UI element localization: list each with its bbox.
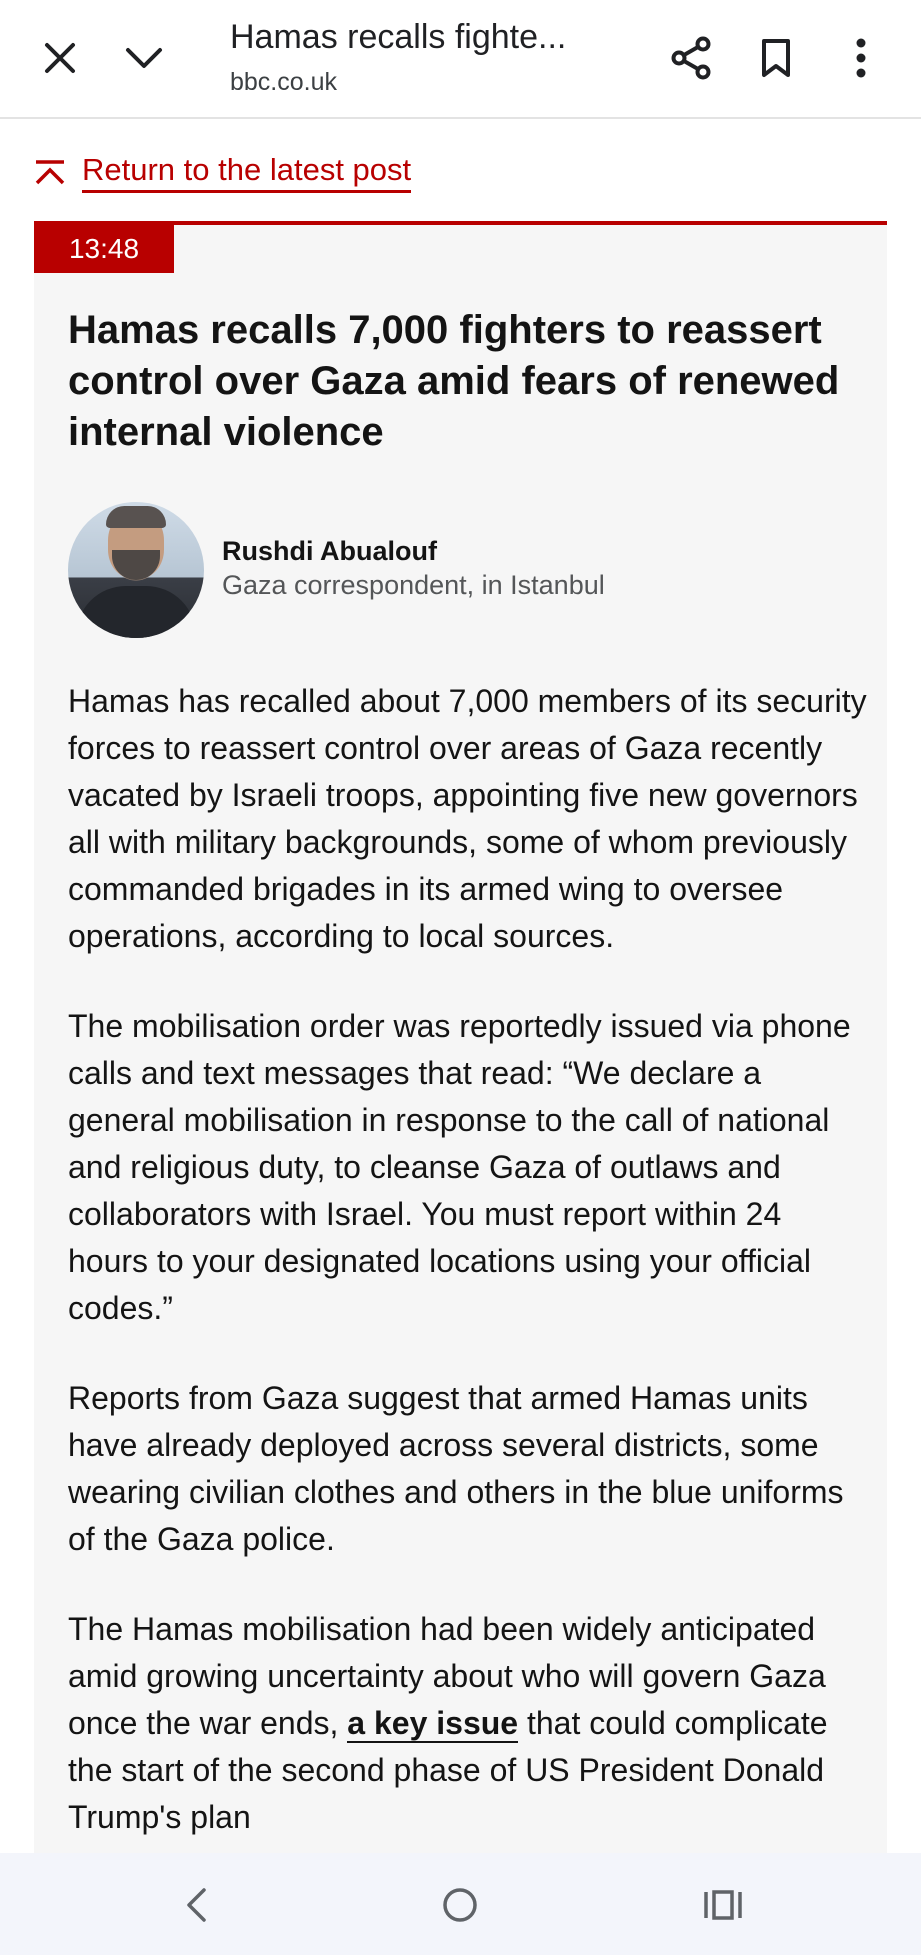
arrow-up-icon bbox=[35, 160, 65, 185]
avatar bbox=[68, 502, 204, 638]
paragraph: Reports from Gaza suggest that armed Ham… bbox=[68, 1380, 844, 1557]
author-byline: Rushdi Abualouf Gaza correspondent, in I… bbox=[68, 502, 858, 642]
share-icon[interactable] bbox=[659, 26, 723, 90]
author-name: Rushdi Abualouf bbox=[222, 536, 437, 566]
more-vert-icon[interactable] bbox=[829, 26, 893, 90]
return-to-latest[interactable]: Return to the latest post bbox=[34, 150, 412, 194]
post-body: Hamas has recalled about 7,000 members o… bbox=[68, 678, 868, 1884]
paragraph: The mobilisation order was reportedly is… bbox=[68, 1008, 851, 1326]
recents-icon[interactable] bbox=[693, 1878, 753, 1932]
page-title: Hamas recalls fighte... bbox=[230, 18, 567, 56]
chevron-down-icon[interactable] bbox=[112, 26, 176, 90]
key-issue-link[interactable]: a key issue bbox=[347, 1705, 519, 1743]
home-icon[interactable] bbox=[430, 1878, 490, 1932]
return-link[interactable]: Return to the latest post bbox=[82, 152, 412, 193]
live-post-card: 13:48 Hamas recalls 7,000 fighters to re… bbox=[34, 221, 887, 1865]
post-headline: Hamas recalls 7,000 fighters to reassert… bbox=[68, 308, 840, 454]
bookmark-icon[interactable] bbox=[744, 26, 808, 90]
back-icon[interactable] bbox=[166, 1878, 226, 1932]
close-icon[interactable] bbox=[28, 26, 92, 90]
paragraph: Hamas has recalled about 7,000 members o… bbox=[68, 683, 867, 954]
author-role: Gaza correspondent, in Istanbul bbox=[222, 570, 605, 600]
paragraph: The Hamas mobilisation had been widely a… bbox=[68, 1606, 868, 1841]
browser-toolbar: Hamas recalls fighte... bbc.co.uk bbox=[0, 0, 921, 119]
system-nav-bar bbox=[0, 1853, 921, 1955]
post-timestamp: 13:48 bbox=[34, 225, 174, 273]
page-domain: bbc.co.uk bbox=[230, 68, 338, 96]
